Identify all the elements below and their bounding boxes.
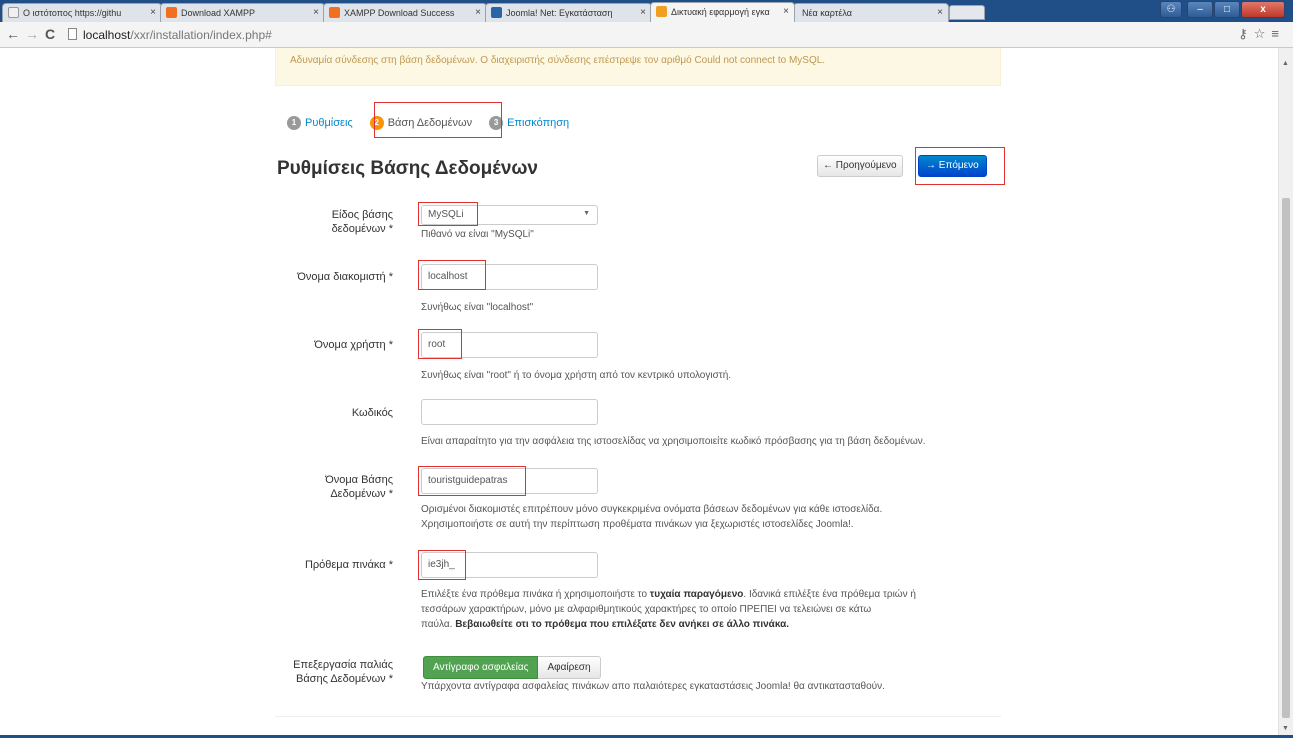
highlight-box	[418, 550, 466, 580]
browser-tab[interactable]: XAMPP Download Success ×	[323, 3, 487, 22]
highlight-box	[418, 329, 462, 359]
key-icon[interactable]: ⚷	[1238, 26, 1254, 41]
close-tab-icon[interactable]: ×	[640, 4, 646, 22]
password-help: Είναι απαραίτητο για την ασφάλεια της ισ…	[421, 436, 926, 447]
db-type-help: Πιθανό να είναι "MySQLi"	[421, 229, 534, 240]
tab-title: Δικτυακή εφαρμογή εγκα	[671, 7, 770, 17]
browser-tab[interactable]: Download XAMPP ×	[160, 3, 325, 22]
menu-icon[interactable]: ≡	[1271, 26, 1285, 41]
step-settings[interactable]: 1 Ρυθμίσεις	[287, 116, 353, 130]
db-name-help: Ορισμένοι διακομιστές επιτρέπουν μόνο συ…	[421, 504, 883, 530]
host-help: Συνήθως είναι "localhost"	[421, 302, 534, 313]
step-label: Επισκόπηση	[507, 117, 570, 129]
old-db-help: Υπάρχοντα αντίγραφα ασφαλείας πινάκων απ…	[421, 681, 885, 692]
tab-title: Joomla! Net: Εγκατάσταση	[506, 8, 613, 18]
joomla-icon	[491, 7, 502, 18]
browser-tab[interactable]: Νέα καρτέλα ×	[793, 3, 949, 22]
browser-tab-bar: Ο ιστότοπος https://githu × Download XAM…	[0, 0, 1293, 22]
browser-tab[interactable]: Joomla! Net: Εγκατάσταση ×	[485, 3, 652, 22]
browser-tab[interactable]: Ο ιστότοπος https://githu ×	[2, 3, 162, 22]
user-label: Όνομα χρήστη *	[314, 339, 393, 351]
user-icon[interactable]: ⚇	[1160, 1, 1182, 18]
close-tab-icon[interactable]: ×	[783, 3, 789, 21]
xampp-icon	[329, 7, 340, 18]
highlight-box	[418, 260, 486, 290]
divider	[275, 716, 1001, 717]
close-tab-icon[interactable]: ×	[313, 4, 319, 22]
close-tab-icon[interactable]: ×	[150, 4, 156, 22]
highlight-box	[418, 202, 478, 226]
close-tab-icon[interactable]: ×	[475, 4, 481, 22]
step-number: 1	[287, 116, 301, 130]
minimize-icon[interactable]: –	[1187, 1, 1213, 18]
host-label: Όνομα διακομιστή *	[297, 271, 393, 283]
prefix-help: Επιλέξτε ένα πρόθεμα πινάκα ή χρησιμοποι…	[421, 589, 916, 630]
page-title: Ρυθμίσεις Βάσης Δεδομένων	[277, 158, 538, 179]
url-path: /xxr/installation/index.php#	[130, 28, 272, 42]
old-db-label: Επεξεργασία παλιάς Βάσης Δεδομένων *	[293, 659, 393, 685]
window-controls: ⚇ – □ x	[1160, 1, 1285, 18]
back-icon[interactable]: ←	[6, 26, 20, 42]
password-input[interactable]	[421, 399, 598, 425]
user-help: Συνήθως είναι "root" ή το όνομα χρήστη α…	[421, 370, 732, 381]
db-name-label: Όνομα Βάσης Δεδομένων *	[325, 474, 393, 500]
highlight-box	[374, 102, 502, 138]
joomla-icon	[656, 6, 667, 17]
vertical-scrollbar[interactable]: ▲ ▼	[1278, 48, 1293, 738]
warning-alert: Αδυναμία σύνδεσης στη βάση δεδομένων. Ο …	[275, 48, 1001, 86]
toolbar-icons: ⚷☆≡	[1238, 26, 1285, 42]
tab-title: XAMPP Download Success	[344, 8, 455, 18]
old-db-toggle: Αντίγραφο ασφαλείας Αφαίρεση	[423, 656, 601, 679]
step-label: Ρυθμίσεις	[305, 117, 353, 129]
backup-option[interactable]: Αντίγραφο ασφαλείας	[423, 656, 539, 679]
forward-icon[interactable]: →	[25, 26, 39, 42]
chevron-down-icon: ▼	[583, 210, 590, 217]
previous-button[interactable]: ← Προηγούμενο	[817, 155, 903, 177]
url-host: localhost	[83, 28, 131, 42]
page-content: Αδυναμία σύνδεσης στη βάση δεδομένων. Ο …	[0, 48, 1278, 738]
url-field[interactable]: localhost/xxr/installation/index.php#	[83, 28, 272, 42]
scrollbar-thumb[interactable]	[1282, 198, 1290, 718]
remove-option[interactable]: Αφαίρεση	[538, 656, 601, 679]
prefix-label: Πρόθεμα πινάκα *	[304, 559, 393, 571]
xampp-icon	[166, 7, 177, 18]
highlight-box	[418, 466, 526, 496]
scroll-down-icon[interactable]: ▼	[1282, 725, 1289, 732]
new-tab-button[interactable]	[949, 5, 985, 20]
page-icon	[68, 28, 77, 40]
maximize-icon[interactable]: □	[1214, 1, 1240, 18]
reload-icon[interactable]: C	[45, 26, 55, 42]
db-type-label: Είδος βάσης δεδομένων *	[331, 209, 393, 235]
scroll-up-icon[interactable]: ▲	[1282, 60, 1289, 67]
password-label: Κωδικός	[351, 407, 393, 419]
highlight-box	[915, 147, 1005, 185]
star-icon[interactable]: ☆	[1254, 26, 1272, 41]
address-bar: ← → C localhost/xxr/installation/index.p…	[0, 22, 1293, 48]
browser-tab-active[interactable]: Δικτυακή εφαρμογή εγκα ×	[650, 2, 795, 22]
tab-title: Download XAMPP	[181, 8, 256, 18]
close-window-icon[interactable]: x	[1241, 1, 1285, 18]
page-icon	[8, 7, 19, 18]
tab-title: Νέα καρτέλα	[802, 8, 852, 18]
close-tab-icon[interactable]: ×	[937, 4, 943, 22]
tab-title: Ο ιστότοπος https://githu	[23, 8, 122, 18]
